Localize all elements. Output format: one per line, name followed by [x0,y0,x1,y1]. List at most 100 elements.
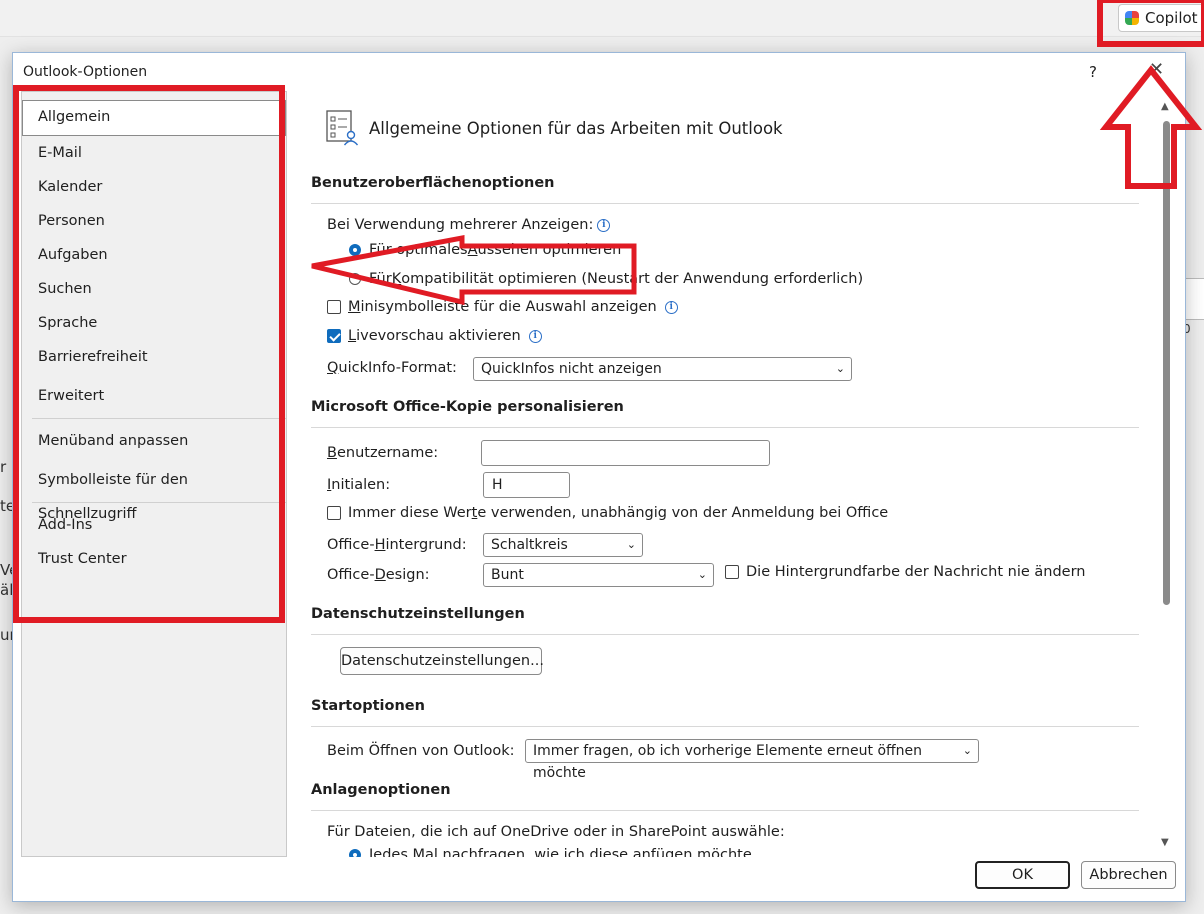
multi-display-row: Bei Verwendung mehrerer Anzeigen: i [327,217,611,233]
section-divider [311,810,1139,811]
select-value: Immer fragen, ob ich vorherige Elemente … [533,743,923,781]
office-design-select[interactable]: Bunt ⌄ [483,563,714,587]
radio-button[interactable] [349,273,361,285]
username-field[interactable] [481,440,770,466]
label-text: uickInfo-Format: [338,360,457,376]
office-design-label: Office- Design: [327,567,430,583]
nav-item-erweitert[interactable]: Erweitert [22,379,286,413]
label-text: Office- [327,537,375,553]
select-value: Bunt [491,567,524,583]
cancel-button[interactable]: Abbrechen [1081,861,1176,889]
label-text: Für Dateien, die ich auf OneDrive oder i… [327,824,785,840]
radio-label-accesskey: K [391,271,402,287]
radio-ask-each-time[interactable]: Jedes Mal nachfragen, wie ich diese anfü… [349,847,752,857]
nav-item-barrierefreiheit[interactable]: Barrierefreiheit [22,340,286,374]
copilot-label: Copilot [1145,9,1198,27]
chevron-down-icon: ⌄ [835,362,845,375]
office-background-select[interactable]: Schaltkreis ⌄ [483,533,643,557]
help-button[interactable]: ? [1089,63,1097,81]
initials-field[interactable]: H [483,472,570,498]
section-divider [311,726,1139,727]
nav-item-personen[interactable]: Personen [22,204,286,238]
nav-item-kalender[interactable]: Kalender [22,170,286,204]
nav-item-menueband[interactable]: Menüband anpassen [22,424,286,458]
label-accesskey: B [327,445,337,461]
label-accesskey: H [374,537,386,553]
label-text: Office- [327,567,375,583]
radio-button[interactable] [349,849,361,857]
checkbox-label: Immer diese Wer [348,505,472,521]
copilot-button[interactable]: Copilot [1118,4,1204,32]
section-title: Datenschutzeinstellungen [311,606,525,622]
label-accesskey: D [374,567,386,583]
scroll-up-arrow-icon[interactable]: ▲ [1161,101,1169,112]
open-outlook-select[interactable]: Immer fragen, ob ich vorherige Elemente … [525,739,979,781]
radio-optimal-appearance[interactable]: Für optimales Aussehen optimieren [349,242,621,258]
nav-item-trust-center[interactable]: Trust Center [22,542,286,576]
label-text: enutzername: [336,445,439,461]
section-title: Microsoft Office-Kopie personalisieren [311,399,624,415]
nav-item-allgemein[interactable]: Allgemein [22,100,286,136]
outlook-options-dialog: Outlook-Optionen ? ✕ Allgemein E-Mail Ka… [12,52,1186,902]
scroll-down-arrow-icon[interactable]: ▼ [1161,837,1169,848]
nav-item-email[interactable]: E-Mail [22,136,286,170]
mini-toolbar-checkbox[interactable] [327,300,341,314]
info-icon[interactable]: i [664,300,678,314]
nav-divider [32,418,286,419]
chevron-down-icon: ⌄ [626,538,636,551]
info-icon[interactable]: i [597,218,611,232]
app-titlebar [0,0,1204,37]
initials-label: Initialen: [327,477,390,493]
checkbox-label: Die Hintergrundfarbe der Nachricht nie ä… [746,564,1086,580]
section-title: Anlagenoptionen [311,782,451,798]
nav-item-suchen[interactable]: Suchen [22,272,286,306]
info-icon[interactable]: i [528,329,542,343]
nav-item-sprache[interactable]: Sprache [22,306,286,340]
checkbox-label-accesskey: M [348,299,361,315]
close-button[interactable]: ✕ [1149,59,1164,80]
live-preview-option[interactable]: Livevorschau aktivieren i [327,328,542,344]
office-background-label: Office- Hintergrund: [327,537,467,553]
privacy-settings-button[interactable]: Datenschutzeinstellungen... [340,647,544,675]
options-content: Allgemeine Optionen für das Arbeiten mit… [299,91,1155,857]
page-title: Allgemeine Optionen für das Arbeiten mit… [369,118,783,138]
quickinfo-format-select[interactable]: QuickInfos nicht anzeigen ⌄ [473,357,852,381]
radio-compatibility[interactable]: Für Kompatibilität optimieren (Neustart … [349,271,863,287]
checkbox-label: inisymbolleiste für die Auswahl anzeigen [360,299,657,315]
nav-item-schnellzugriff[interactable]: Symbolleiste für den Schnellzugriff [22,463,286,522]
copilot-logo-icon [1125,11,1139,25]
never-change-bg-checkbox[interactable] [725,565,739,579]
radio-label-accesskey: A [467,242,478,258]
nav-item-aufgaben[interactable]: Aufgaben [22,238,286,272]
always-use-values-option[interactable]: Immer diese Wer t e verwenden, unabhängig … [327,505,888,521]
username-label: Benutzername: [327,445,438,461]
multi-display-label: Bei Verwendung mehrerer Anzeigen: [327,217,594,233]
attachment-files-label: Für Dateien, die ich auf OneDrive oder i… [327,824,785,840]
scroll-thumb[interactable] [1163,121,1170,605]
nav-item-addins[interactable]: Add-Ins [22,508,286,542]
dialog-title: Outlook-Optionen [23,64,148,80]
radio-button[interactable] [349,244,361,256]
bg-text-fragment: r [0,458,7,476]
settings-list-icon [326,110,359,146]
radio-label: ussehen optimieren [477,242,622,258]
always-use-values-checkbox[interactable] [327,506,341,520]
label-accesskey: Q [327,360,339,376]
live-preview-checkbox[interactable] [327,329,341,343]
section-title: Startoptionen [311,698,425,714]
section-divider [311,203,1139,204]
ok-button[interactable]: OK [975,861,1070,889]
radio-label: Jedes Mal nachfragen, wie ich diese anfü… [369,847,752,857]
label-text: esign: [385,567,430,583]
content-scrollbar[interactable]: ▲ ▼ [1159,101,1173,853]
label-text: nitialen: [331,477,391,493]
checkbox-label-accesskey: L [348,328,357,344]
options-nav: Allgemein E-Mail Kalender Personen Aufga… [21,91,287,857]
never-change-bg-option[interactable]: Die Hintergrundfarbe der Nachricht nie ä… [725,564,1085,580]
radio-label: ompatibilität optimieren (Neustart der A… [401,271,864,287]
quickinfo-label: QuickInfo-Format: [327,360,457,376]
mini-toolbar-option[interactable]: Minisymbolleiste für die Auswahl anzeige… [327,299,678,315]
section-title: Benutzeroberflächenoptionen [311,175,555,191]
radio-label: Für optimales [369,242,468,258]
chevron-down-icon: ⌄ [962,744,972,757]
